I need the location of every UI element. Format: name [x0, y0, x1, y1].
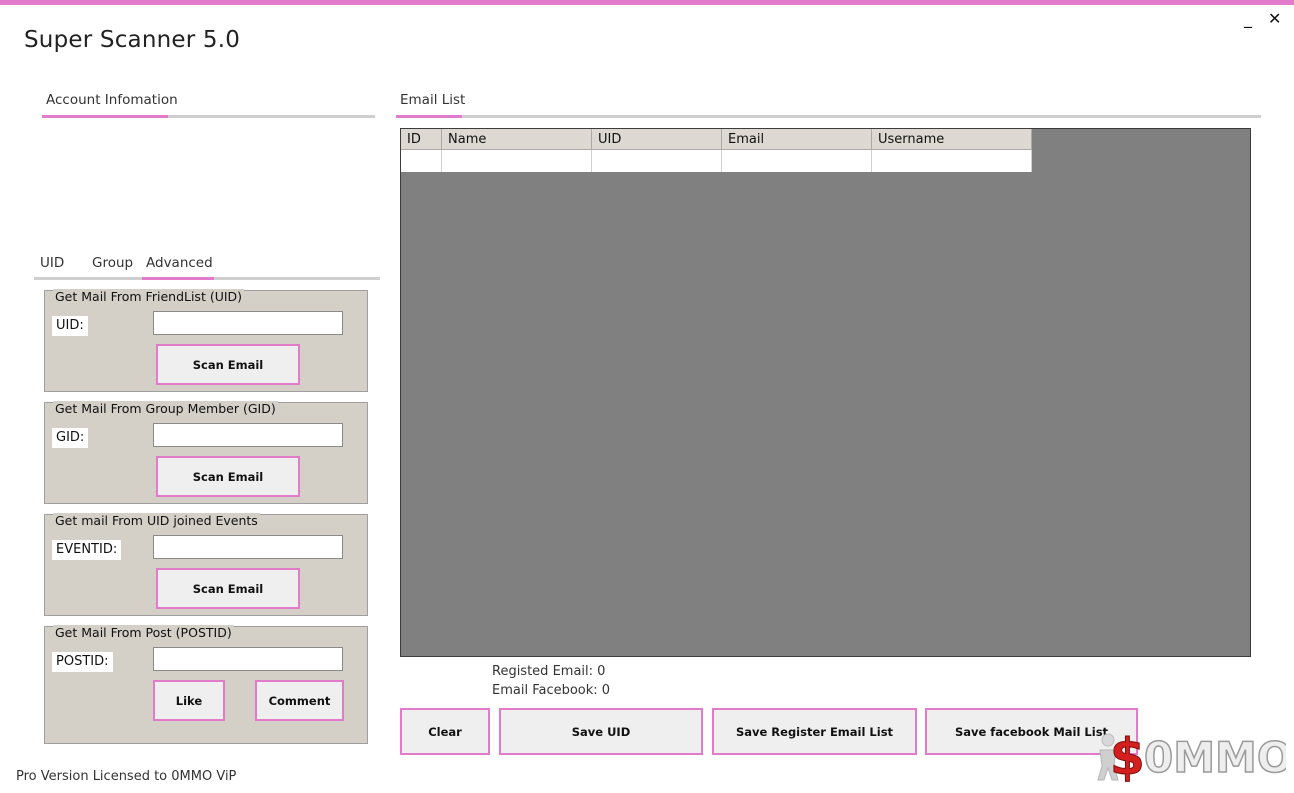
group-member-gid-legend: Get Mail From Group Member (GID): [53, 401, 278, 416]
tab-group[interactable]: Group: [92, 255, 133, 271]
grid-cell-username[interactable]: [872, 150, 1032, 172]
close-button[interactable]: ✕: [1268, 11, 1281, 27]
save-uid-button[interactable]: Save UID: [499, 708, 703, 755]
window-top-accent-bar: [0, 0, 1294, 5]
scan-email-event-button[interactable]: Scan Email: [156, 568, 300, 609]
postid-input[interactable]: [153, 647, 343, 671]
gid-label: GID:: [52, 428, 89, 448]
column-header-name[interactable]: Name: [442, 129, 592, 150]
save-register-email-list-button[interactable]: Save Register Email List: [712, 708, 917, 755]
tab-advanced-active-indicator: [142, 277, 214, 280]
column-header-uid[interactable]: UID: [592, 129, 722, 150]
uid-label: UID:: [52, 316, 88, 336]
watermark-text: 0MMO: [1144, 733, 1286, 782]
like-button[interactable]: Like: [153, 680, 225, 721]
tab-advanced[interactable]: Advanced: [146, 255, 213, 271]
grid-cell-email[interactable]: [722, 150, 872, 172]
tab-uid[interactable]: UID: [40, 255, 64, 271]
column-header-username[interactable]: Username: [872, 129, 1032, 150]
app-title: Super Scanner 5.0: [24, 27, 241, 53]
email-tab-divider: [396, 115, 1261, 118]
friendlist-uid-legend: Get Mail From FriendList (UID): [53, 289, 245, 304]
gid-input[interactable]: [153, 423, 343, 447]
watermark-logo: $ 0MMO: [1097, 728, 1286, 786]
scan-email-uid-button[interactable]: Scan Email: [156, 344, 300, 385]
watermark-dollar-glyph: $: [1110, 728, 1145, 786]
eventid-input[interactable]: [153, 535, 343, 559]
account-tab-active-indicator: [42, 115, 168, 118]
column-header-id[interactable]: ID: [401, 129, 442, 150]
clear-button[interactable]: Clear: [400, 708, 490, 755]
tab-account-information[interactable]: Account Infomation: [46, 92, 178, 108]
scan-email-gid-button[interactable]: Scan Email: [156, 456, 300, 497]
minimize-button[interactable]: _: [1244, 11, 1252, 27]
license-status-text: Pro Version Licensed to 0MMO ViP: [16, 769, 237, 784]
eventid-label: EVENTID:: [52, 540, 122, 560]
grid-cell-uid[interactable]: [592, 150, 722, 172]
email-data-grid[interactable]: ID Name UID Email Username: [400, 128, 1251, 657]
uid-joined-events-legend: Get mail From UID joined Events: [53, 513, 260, 528]
grid-cell-id[interactable]: [401, 150, 442, 172]
email-facebook-count: Email Facebook: 0: [492, 683, 611, 698]
email-tab-active-indicator: [396, 115, 462, 118]
grid-cell-name[interactable]: [442, 150, 592, 172]
tab-email-list[interactable]: Email List: [400, 92, 465, 108]
postid-label: POSTID:: [52, 652, 113, 672]
uid-input[interactable]: [153, 311, 343, 335]
comment-button[interactable]: Comment: [255, 680, 344, 721]
post-postid-legend: Get Mail From Post (POSTID): [53, 625, 234, 640]
registed-email-count: Registed Email: 0: [492, 664, 606, 679]
column-header-email[interactable]: Email: [722, 129, 872, 150]
